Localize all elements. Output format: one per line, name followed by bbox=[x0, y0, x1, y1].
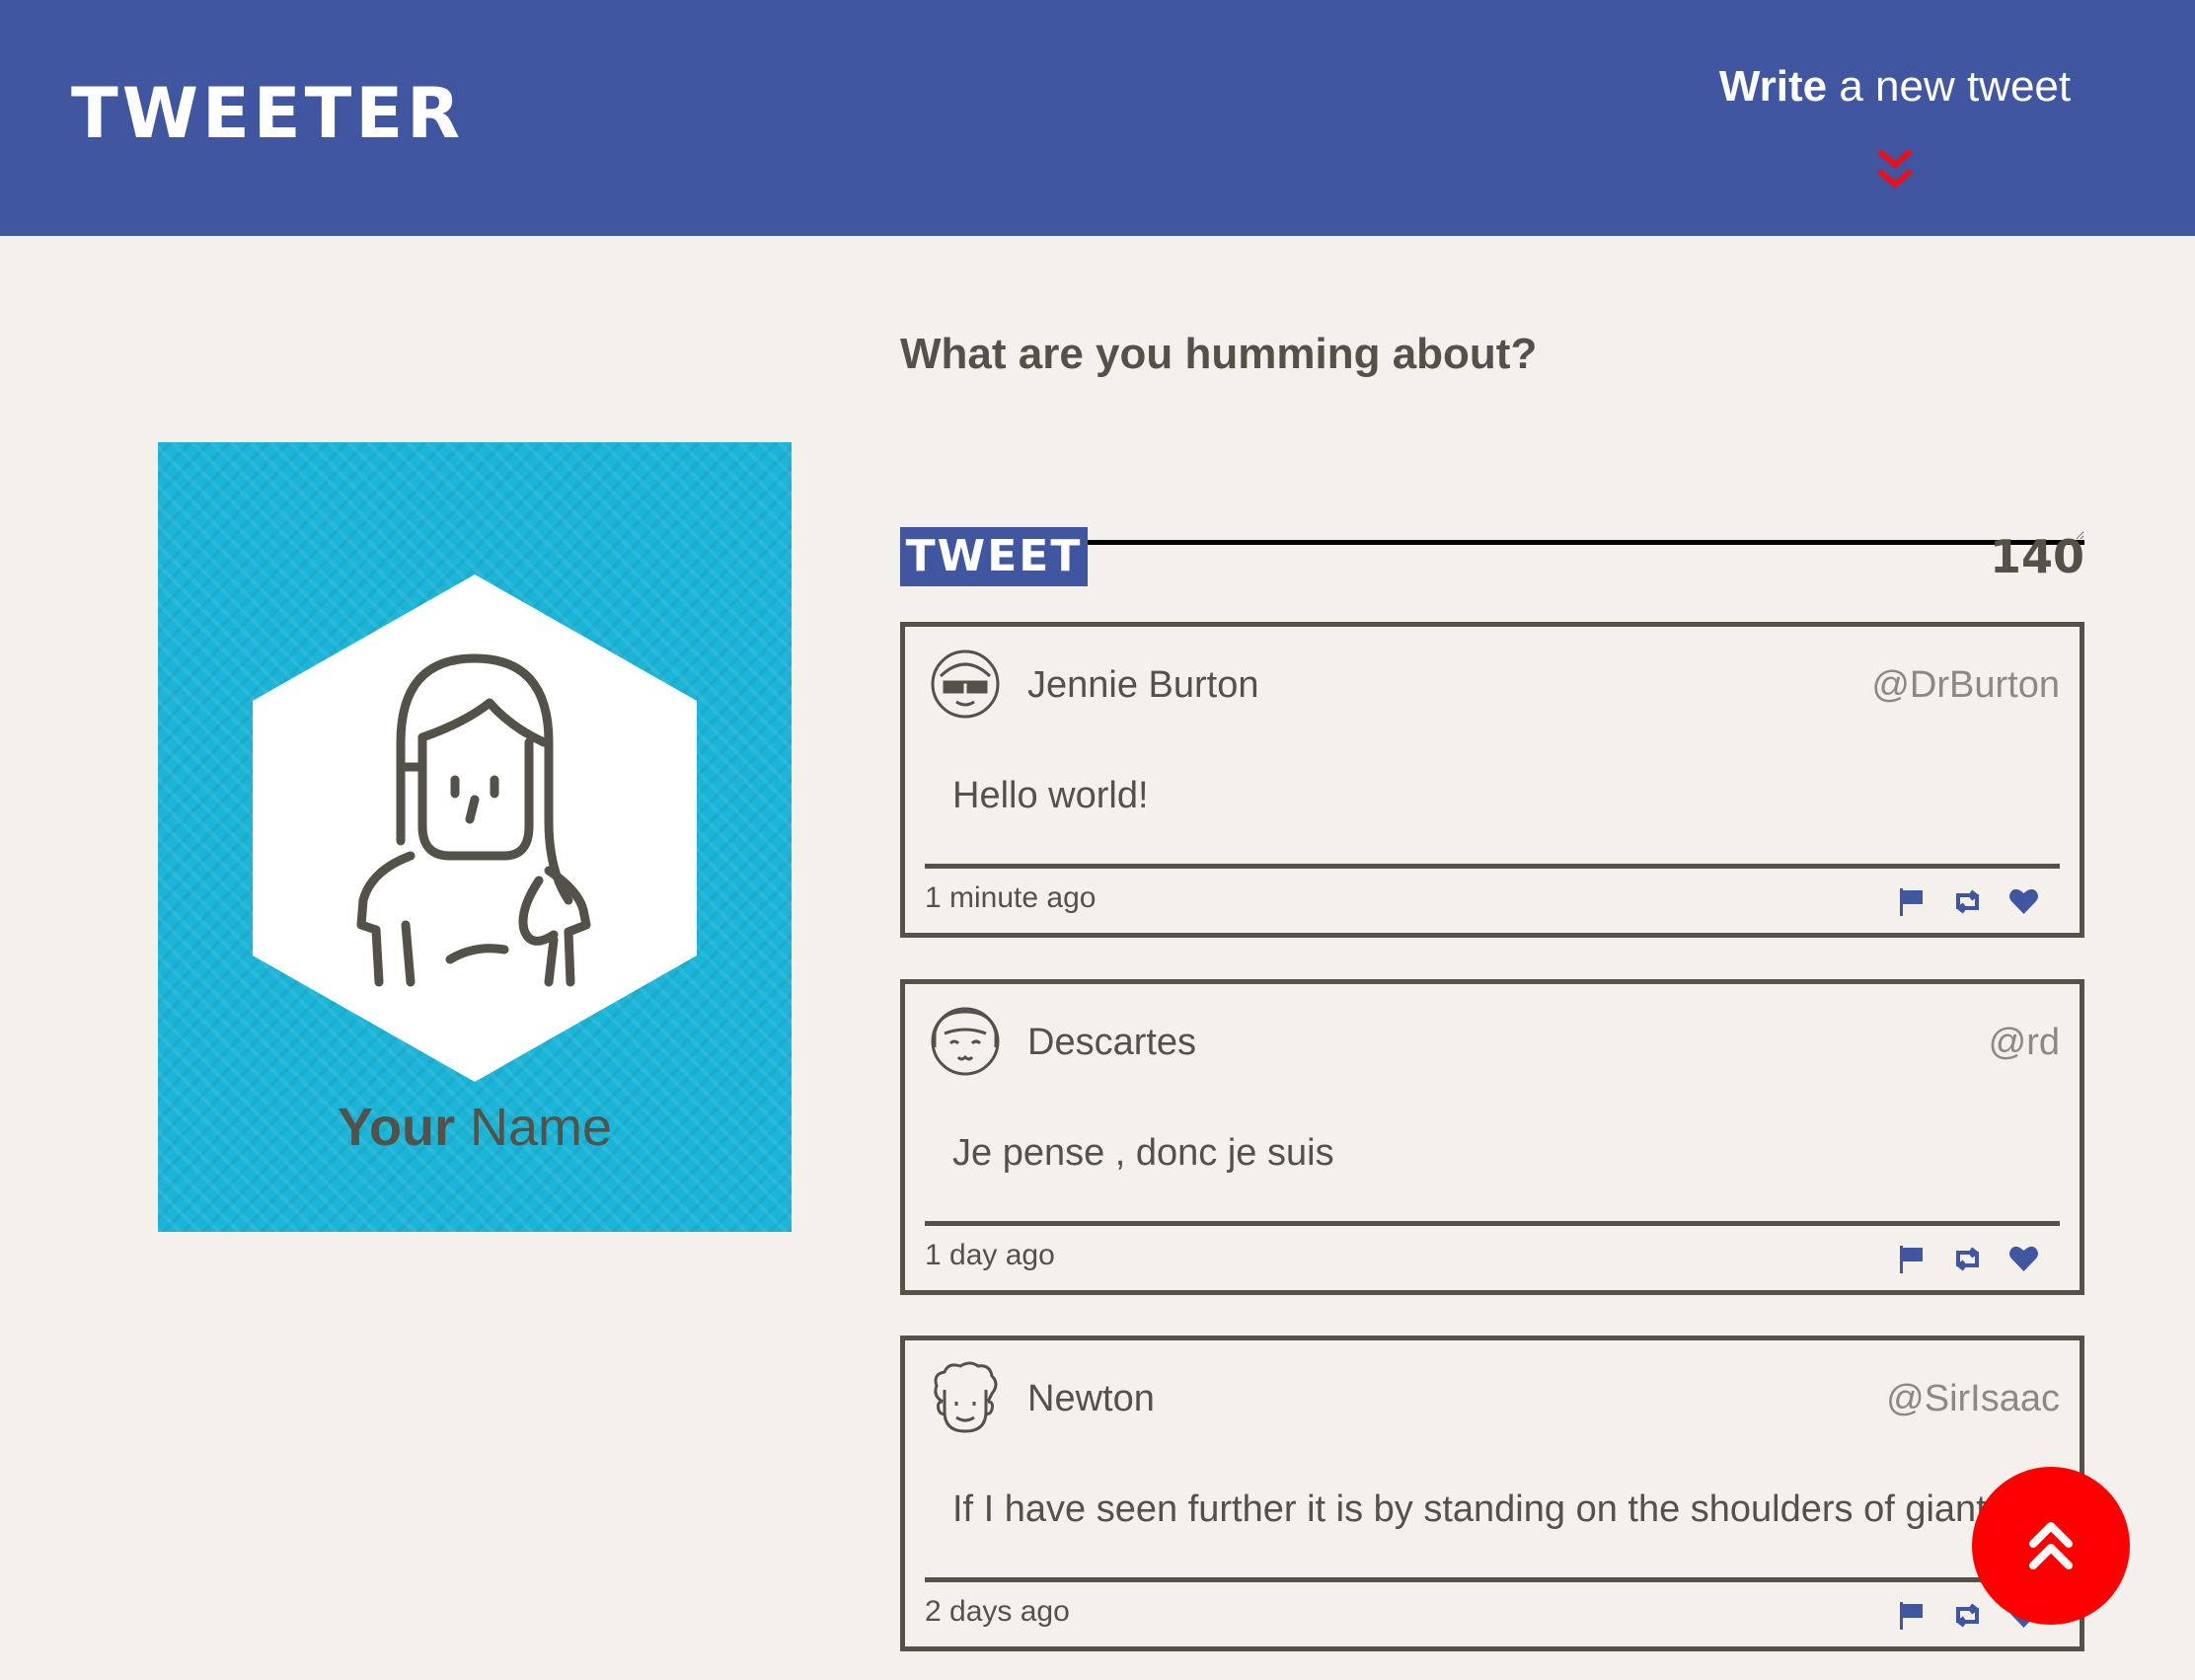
tweet-divider bbox=[925, 1221, 2060, 1226]
composer-label: What are you humming about? bbox=[900, 330, 1538, 378]
profile-name-first: Your bbox=[337, 1098, 455, 1157]
tweet-submit-button[interactable]: TWEET bbox=[900, 527, 1088, 586]
flag-icon[interactable] bbox=[1895, 885, 1928, 918]
double-chevron-up-icon bbox=[2029, 1522, 2073, 1569]
tweet-content: If I have seen further it is by standing… bbox=[952, 1489, 2006, 1530]
profile-name-rest: Name bbox=[454, 1098, 613, 1157]
tweet-author-name: Descartes bbox=[1027, 1022, 1197, 1063]
heart-icon[interactable] bbox=[2007, 1243, 2040, 1275]
woman-avatar-icon bbox=[253, 574, 697, 1082]
write-tweet-toggle[interactable]: Write a new tweet bbox=[1678, 61, 2112, 199]
tweet-author-handle[interactable]: @rd bbox=[1989, 1022, 2060, 1064]
retweet-icon[interactable] bbox=[1951, 1243, 1984, 1275]
retweet-icon[interactable] bbox=[1951, 885, 1984, 918]
tweet-timestamp: 2 days ago bbox=[925, 1595, 1070, 1628]
tweet-divider bbox=[925, 1577, 2060, 1582]
retweet-icon[interactable] bbox=[1951, 1599, 1984, 1632]
tweet-card: Descartes @rd Je pense , donc je suis 1 … bbox=[900, 979, 2084, 1295]
write-tweet-label[interactable]: Write a new tweet bbox=[1678, 61, 2112, 114]
flag-icon[interactable] bbox=[1895, 1243, 1928, 1275]
tweet-actions bbox=[1895, 881, 2040, 921]
smiling-avatar-icon bbox=[931, 1007, 1000, 1076]
tweet-actions bbox=[1895, 1239, 2040, 1278]
sunglasses-avatar-icon bbox=[931, 649, 1000, 719]
tweet-composer: What are you humming about? TWEET 140 bbox=[900, 326, 2084, 586]
tweet-content: Je pense , donc je suis bbox=[952, 1132, 1334, 1174]
tweet-card: Newton @SirIsaac If I have seen further … bbox=[900, 1336, 2084, 1651]
char-counter: 140 bbox=[1989, 530, 2084, 583]
profile-card: Your Name bbox=[158, 442, 792, 1232]
heart-icon[interactable] bbox=[2007, 885, 2040, 918]
write-tweet-label-rest: a new tweet bbox=[1827, 62, 2072, 111]
top-nav: TWEETER Write a new tweet bbox=[0, 0, 2195, 236]
write-tweet-label-strong: Write bbox=[1718, 62, 1828, 111]
tweet-author-handle[interactable]: @SirIsaac bbox=[1886, 1378, 2060, 1420]
tweet-divider bbox=[925, 864, 2060, 869]
flag-icon[interactable] bbox=[1895, 1599, 1928, 1632]
double-chevron-down-icon[interactable] bbox=[1873, 145, 1917, 196]
tweet-author-handle[interactable]: @DrBurton bbox=[1871, 664, 2060, 707]
tweet-timestamp: 1 minute ago bbox=[925, 881, 1097, 914]
curly-hair-avatar-icon bbox=[934, 1361, 998, 1433]
tweet-card: Jennie Burton @DrBurton Hello world! 1 m… bbox=[900, 622, 2084, 938]
profile-name: Your Name bbox=[158, 1096, 792, 1160]
scroll-to-top-button[interactable] bbox=[1972, 1467, 2130, 1625]
tweet-author-name: Newton bbox=[1027, 1378, 1155, 1419]
brand-logo[interactable]: TWEETER bbox=[71, 79, 464, 148]
tweet-content: Hello world! bbox=[952, 775, 1149, 816]
tweet-author-name: Jennie Burton bbox=[1027, 664, 1259, 706]
tweet-timestamp: 1 day ago bbox=[925, 1239, 1055, 1271]
